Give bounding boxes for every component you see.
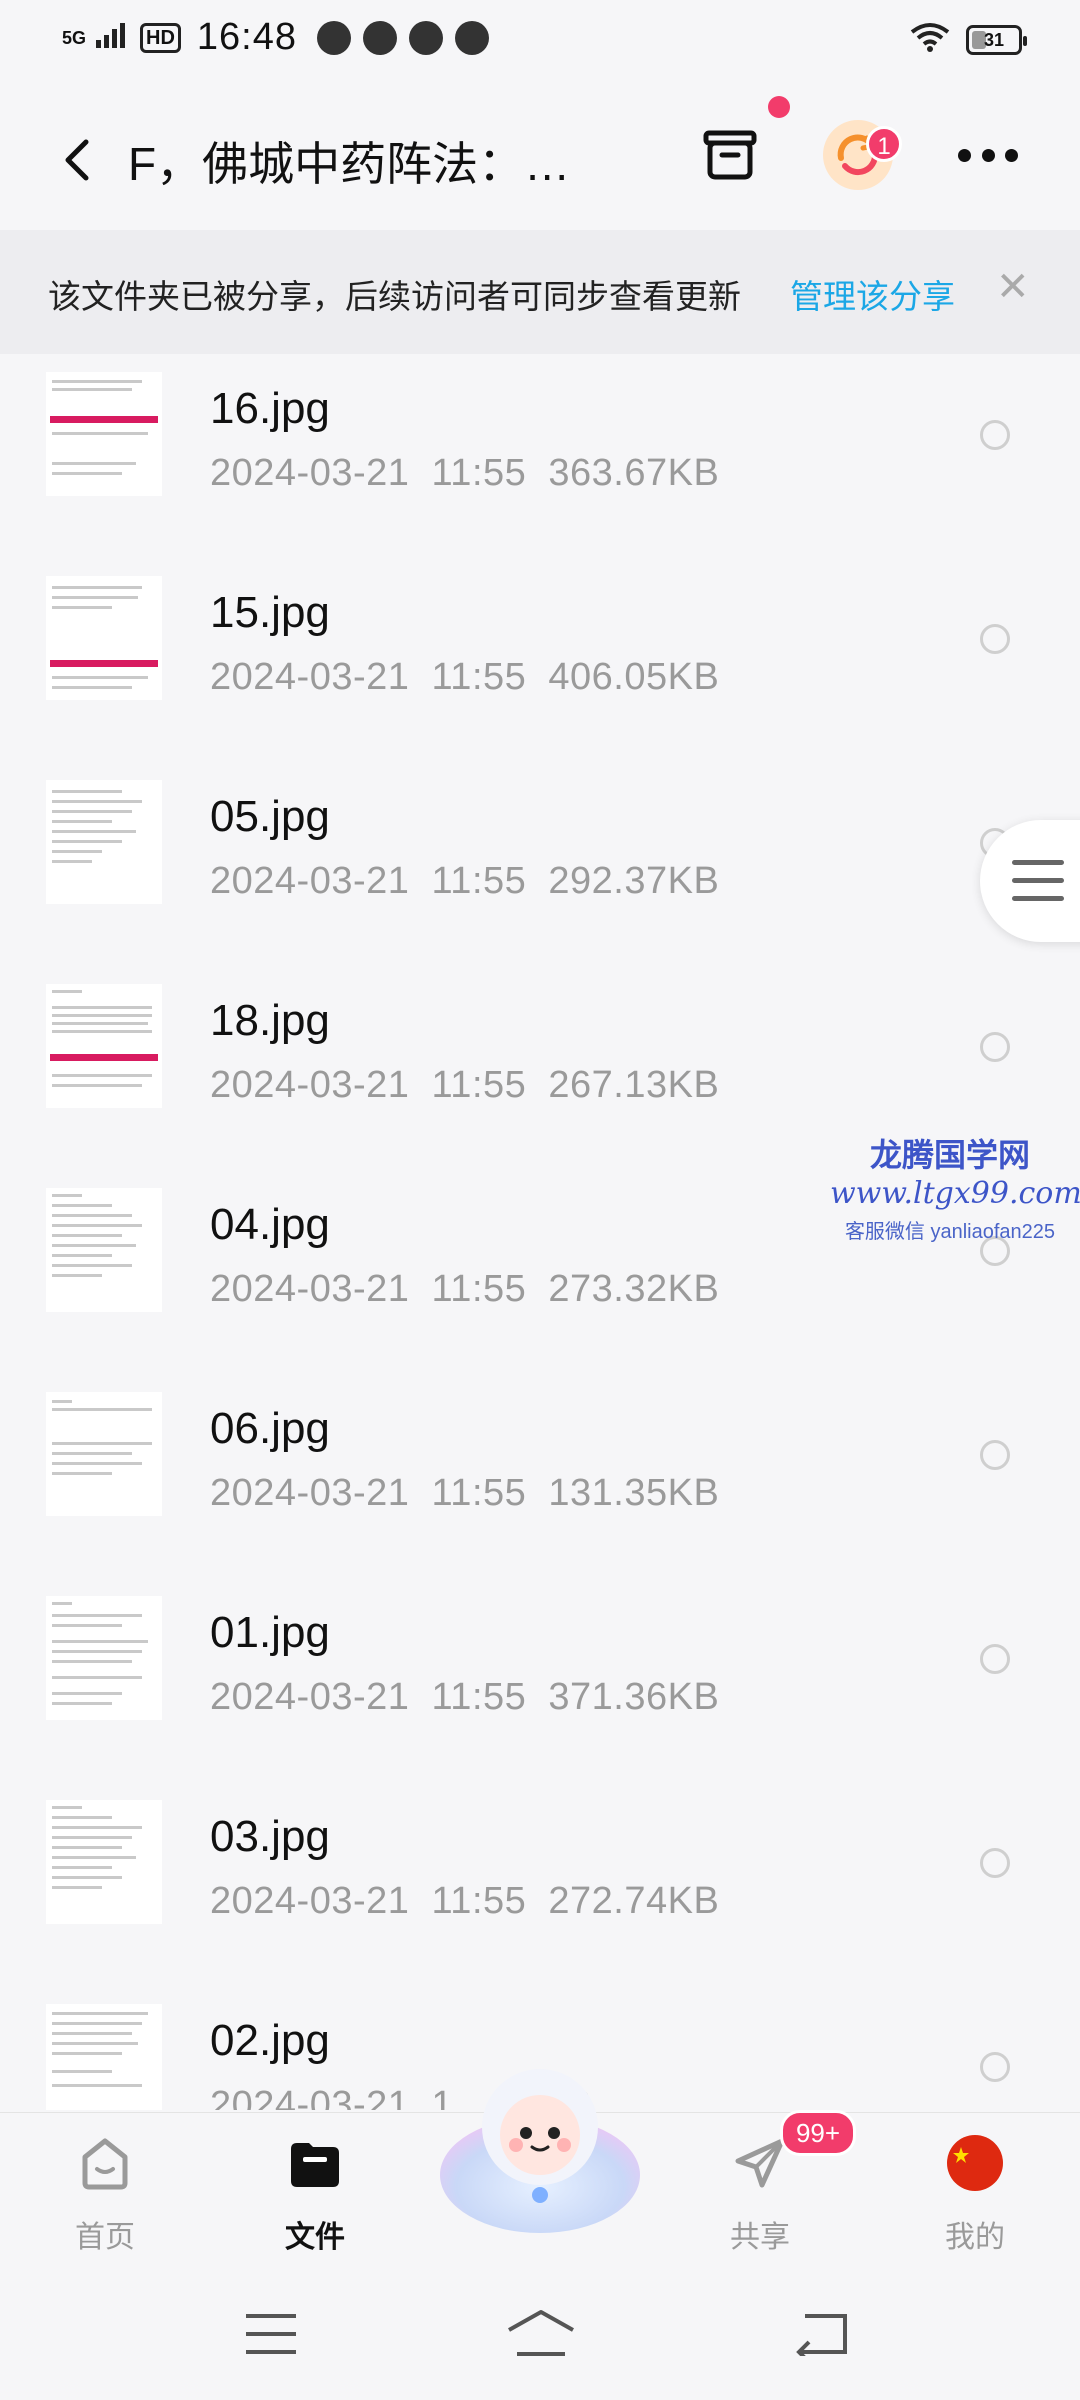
file-thumbnail: [46, 576, 162, 700]
file-meta: 2024-03-21 11:55 272.74KB: [210, 1880, 720, 1922]
select-radio[interactable]: [980, 1848, 1010, 1878]
file-row[interactable]: 06.jpg 2024-03-21 11:55 131.35KB: [0, 1374, 1080, 1578]
file-thumbnail: [46, 1596, 162, 1720]
file-thumbnail: [46, 1800, 162, 1924]
signal-bars-icon: [96, 22, 130, 53]
manage-share-link[interactable]: 管理该分享: [790, 270, 955, 318]
battery-icon: 31: [966, 24, 1027, 55]
battery-level: 31: [983, 29, 1005, 50]
menu-line-icon: [1012, 860, 1064, 865]
back-nav-icon[interactable]: [795, 2312, 849, 2356]
nav-files[interactable]: 文件: [250, 2133, 380, 2256]
select-radio[interactable]: [980, 2052, 1010, 2082]
more-dot-icon: [1005, 148, 1018, 162]
select-radio[interactable]: [980, 1032, 1010, 1062]
more-dot-icon: [958, 148, 971, 162]
folder-icon: [291, 2143, 339, 2187]
file-row[interactable]: 03.jpg 2024-03-21 11:55 272.74KB: [0, 1782, 1080, 1986]
nav-files-label: 文件: [285, 2221, 345, 2254]
recent-apps-icon[interactable]: [244, 2312, 298, 2356]
home-icon: [82, 2138, 128, 2190]
app-notification-icon: [317, 20, 351, 55]
nav-share-label: 共享: [730, 2221, 790, 2254]
hd-badge: HD: [140, 22, 181, 53]
file-thumbnail: [46, 780, 162, 904]
file-name: 06.jpg: [210, 1404, 330, 1453]
back-button[interactable]: [50, 130, 110, 190]
file-row[interactable]: 16.jpg 2024-03-21 11:55 363.67KB: [0, 354, 1080, 558]
file-thumbnail: [46, 984, 162, 1108]
wechat-icon: [409, 20, 443, 55]
signal-indicator: 5G: [62, 27, 87, 48]
file-meta: 2024-03-21 11:55 273.32KB: [210, 1268, 720, 1310]
file-meta: 2024-03-21 11:55 406.05KB: [210, 656, 720, 698]
nav-home[interactable]: 首页: [40, 2133, 170, 2256]
sync-badge: 1: [866, 126, 902, 162]
more-dot-icon: [981, 148, 995, 162]
file-meta: 2024-03-21 11:55 267.13KB: [210, 1064, 720, 1106]
back-arrow-icon: [65, 139, 89, 181]
file-thumbnail: [46, 2004, 162, 2110]
file-name: 01.jpg: [210, 1608, 330, 1657]
mascot-icon: [440, 2069, 640, 2233]
clock-time: 16:48: [196, 16, 297, 58]
system-nav-bar: [0, 2262, 1080, 2400]
select-radio[interactable]: [980, 624, 1010, 654]
more-menu-button[interactable]: [958, 145, 1018, 165]
status-bar: 5G HD 16:48 31: [0, 0, 1080, 80]
notification-bell-icon: [455, 20, 489, 55]
share-banner-text: 该文件夹已被分享，后续访问者可同步查看更新: [48, 278, 741, 315]
file-thumbnail: [46, 1188, 162, 1312]
watermark: 龙腾国学网 www.ltgx99.com 客服微信 yanliaofan225: [830, 1130, 1080, 1244]
file-row[interactable]: 01.jpg 2024-03-21 11:55 371.36KB: [0, 1578, 1080, 1782]
file-name: 18.jpg: [210, 996, 330, 1045]
nav-me[interactable]: 我的: [910, 2133, 1040, 2256]
file-row[interactable]: 15.jpg 2024-03-21 11:55 406.05KB: [0, 558, 1080, 762]
nav-home-label: 首页: [75, 2221, 135, 2254]
file-name: 16.jpg: [210, 384, 330, 433]
wifi-icon: [910, 22, 950, 57]
watermark-url: www.ltgx99.com: [830, 1176, 1080, 1211]
close-banner-button[interactable]: ✕: [996, 264, 1030, 310]
header-bar: F，佛城中药阵法：…: [0, 100, 1080, 220]
file-thumbnail: [46, 372, 162, 496]
menu-line-icon: [1012, 896, 1064, 901]
select-radio[interactable]: [980, 1644, 1010, 1674]
file-meta: 2024-03-21 11:55 363.67KB: [210, 452, 720, 494]
file-row[interactable]: 05.jpg 2024-03-21 11:55 292.37KB: [0, 762, 1080, 966]
file-thumbnail: [46, 1392, 162, 1516]
share-badge: 99+: [780, 2110, 856, 2156]
bin-icon: [703, 130, 757, 180]
select-radio[interactable]: [980, 420, 1010, 450]
file-meta: 2024-03-21 11:55 131.35KB: [210, 1472, 720, 1514]
app-notification-icon-2: [363, 20, 397, 55]
file-name: 15.jpg: [210, 588, 330, 637]
assistant-mascot-button[interactable]: [430, 2055, 650, 2235]
file-name: 03.jpg: [210, 1812, 330, 1861]
recycle-bin-notification-dot: [768, 96, 790, 118]
menu-line-icon: [1012, 878, 1064, 883]
watermark-contact: 客服微信 yanliaofan225: [844, 1221, 1056, 1243]
file-meta: 2024-03-21 11:55 292.37KB: [210, 860, 720, 902]
nav-me-label: 我的: [945, 2221, 1005, 2254]
recycle-bin-button[interactable]: [700, 125, 760, 185]
file-name: 02.jpg: [210, 2016, 330, 2065]
watermark-title: 龙腾国学网: [869, 1137, 1030, 1173]
folder-title: F，佛城中药阵法：…: [128, 138, 571, 190]
home-nav-icon[interactable]: [505, 2308, 577, 2358]
file-name: 05.jpg: [210, 792, 330, 841]
avatar-flag-icon: [947, 2135, 1003, 2191]
file-name: 04.jpg: [210, 1200, 330, 1249]
share-banner: 该文件夹已被分享，后续访问者可同步查看更新 管理该分享 ✕: [0, 230, 1080, 354]
select-radio[interactable]: [980, 1440, 1010, 1470]
file-meta: 2024-03-21 11:55 371.36KB: [210, 1676, 720, 1718]
